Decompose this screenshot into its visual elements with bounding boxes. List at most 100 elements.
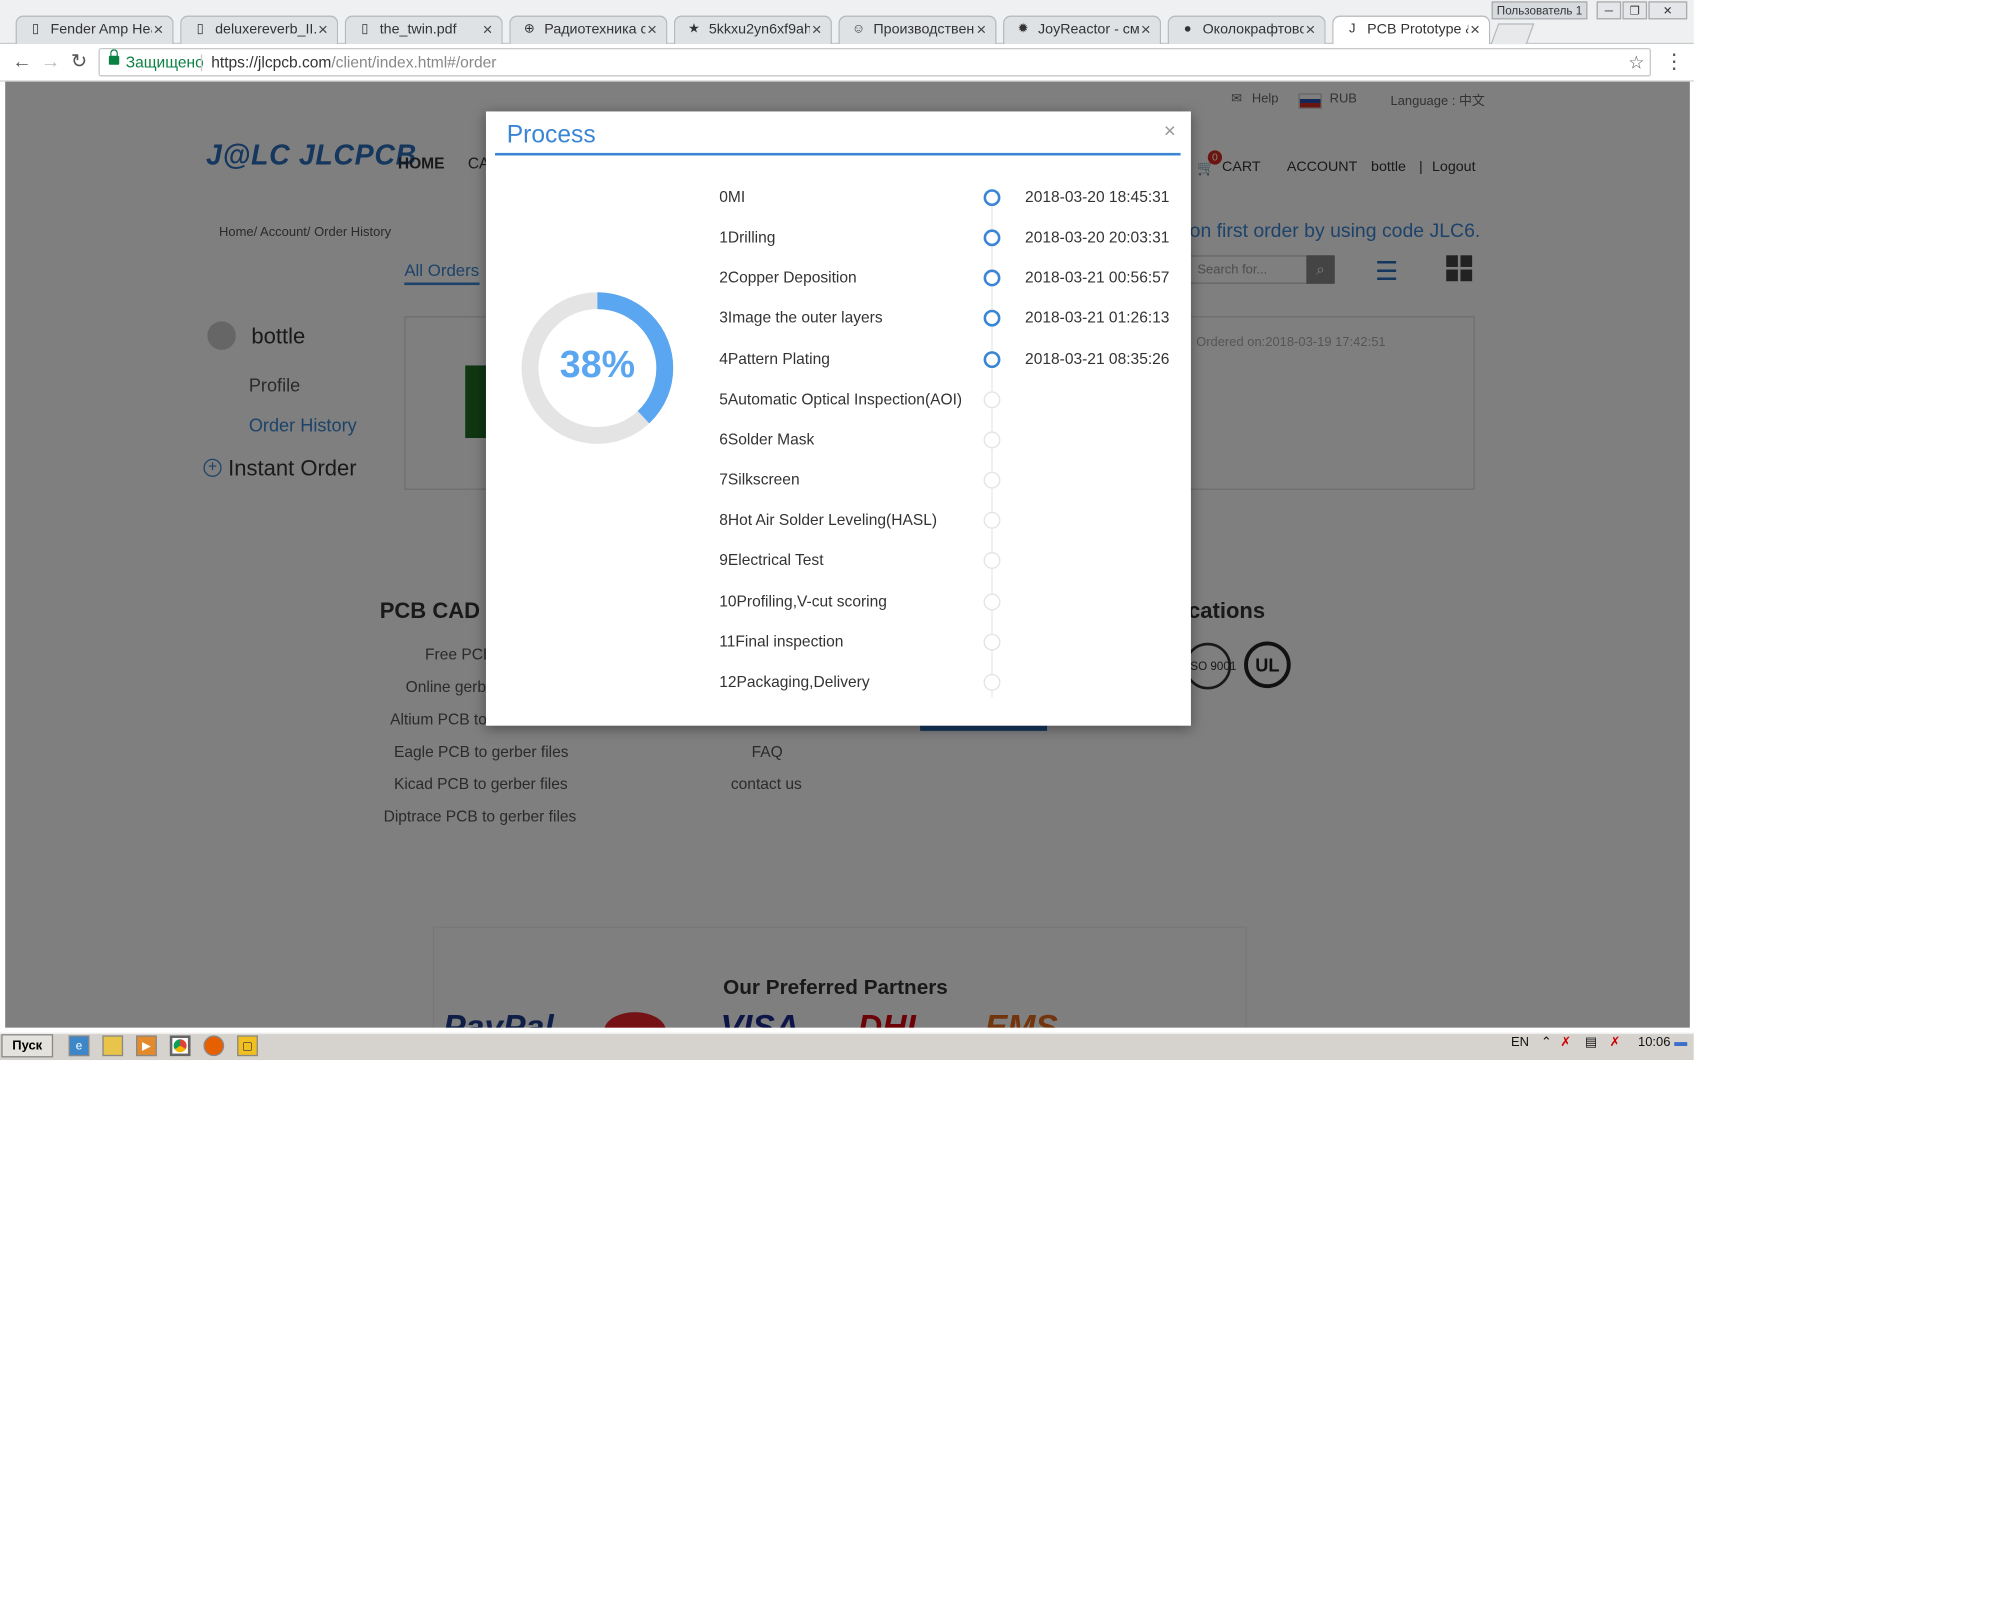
process-step-name: 4Pattern Plating — [719, 349, 830, 368]
close-icon[interactable]: × — [976, 19, 986, 38]
close-icon[interactable]: × — [1305, 19, 1315, 38]
step-pending-icon — [983, 431, 1001, 449]
browser-tab[interactable]: ▯ Fender Amp Heaven× — [15, 15, 174, 45]
start-button[interactable]: Пуск — [1, 1034, 54, 1058]
keyboard-language[interactable]: EN — [1511, 1035, 1529, 1049]
step-complete-icon — [983, 310, 1001, 328]
browser-tab[interactable]: J PCB Prototype & PC× — [1332, 15, 1491, 46]
new-tab-button[interactable] — [1490, 23, 1535, 46]
browser-tab[interactable]: ● Околокрафтовский× — [1167, 15, 1326, 45]
close-icon[interactable]: × — [1141, 19, 1151, 38]
star-icon[interactable]: ☆ — [1628, 49, 1644, 75]
tab-title: 5kkxu2yn6xf9ahpob — [708, 22, 810, 38]
tray-volume-icon[interactable]: ✗ — [1610, 1035, 1621, 1049]
process-step-time: 2018-03-21 01:26:13 — [1025, 308, 1170, 328]
browser-tab[interactable]: ▯ the_twin.pdf × — [344, 15, 503, 45]
process-step-time: 2018-03-20 18:45:31 — [1025, 187, 1170, 207]
process-modal: Process × 38% 0MI 2018-03-20 18:45:31 1Dri… — [485, 111, 1191, 726]
step-pending-icon — [983, 673, 1001, 691]
tray-display-icon[interactable]: ▤ — [1585, 1035, 1597, 1049]
tab-title: PCB Prototype & PC — [1367, 22, 1468, 38]
process-step-name: 5Automatic Optical Inspection(AOI) — [719, 389, 963, 408]
tab-title: deluxereverb_II.pdf — [215, 22, 316, 38]
tab-favicon-icon: ▯ — [361, 22, 369, 37]
process-step-name: 6Solder Mask — [719, 430, 815, 449]
browser-tab[interactable]: ★ 5kkxu2yn6xf9ahpob× — [673, 15, 832, 45]
step-pending-icon — [983, 633, 1001, 651]
arrow-right-icon[interactable]: → — [39, 49, 62, 75]
step-pending-icon — [983, 552, 1001, 570]
tab-title: Радиотехника с пр — [544, 22, 645, 38]
process-step-name: 8Hot Air Solder Leveling(HASL) — [719, 510, 938, 529]
close-icon[interactable]: × — [812, 19, 822, 38]
browser-tab[interactable]: ▯ deluxereverb_II.pdf× — [180, 15, 339, 45]
step-complete-icon — [983, 189, 1001, 207]
arrow-left-icon[interactable]: ← — [10, 49, 33, 75]
tab-title: Производственный — [873, 22, 975, 38]
clock: 10:06 — [1638, 1035, 1671, 1050]
close-icon[interactable]: × — [647, 19, 657, 38]
kebab-menu-icon[interactable]: ⋮ — [1664, 49, 1685, 75]
tab-favicon-icon: ★ — [688, 22, 700, 37]
modal-title: Process — [506, 121, 596, 150]
firefox-icon[interactable] — [203, 1035, 225, 1057]
browser-tab[interactable]: ✹ JoyReactor - смешн× — [1003, 15, 1162, 45]
process-step-name: 11Final inspection — [719, 631, 844, 651]
process-step-name: 3Image the outer layers — [719, 308, 883, 328]
tab-title: Fender Amp Heaven — [50, 22, 152, 38]
chrome-icon[interactable] — [169, 1035, 191, 1057]
close-icon[interactable]: × — [483, 19, 493, 38]
reload-icon[interactable]: ↻ — [67, 49, 90, 75]
process-step-name: 7Silkscreen — [719, 470, 800, 489]
step-pending-icon — [983, 391, 1001, 408]
close-icon[interactable]: × — [318, 19, 328, 38]
tab-title: Околокрафтовский — [1202, 22, 1304, 38]
tray-network-icon[interactable]: ✗ — [1560, 1035, 1571, 1049]
tab-title: the_twin.pdf — [379, 22, 457, 38]
url-text[interactable]: https://jlcpcb.com/client/index.html#/or… — [211, 49, 496, 75]
step-complete-icon — [983, 229, 1001, 247]
step-pending-icon — [983, 512, 1001, 529]
browser-toolbar: ← → ↻ Защищено https://jlcpcb.com/client… — [0, 44, 1694, 82]
notes-icon[interactable]: ▢ — [237, 1035, 258, 1057]
tab-favicon-icon: ⊕ — [523, 22, 535, 37]
profile-badge[interactable]: Пользователь 1 — [1491, 1, 1588, 20]
browser-tabstrip: ▯Fender Amp Heaven×▯deluxereverb_II.pdf×… — [0, 0, 1694, 46]
tab-favicon-icon: ● — [1183, 22, 1192, 37]
browser-tab[interactable]: ☺ Производственный× — [838, 15, 997, 45]
tab-title: JoyReactor - смешн — [1038, 22, 1140, 38]
show-desktop-icon[interactable]: ▬ — [1674, 1035, 1687, 1049]
address-bar[interactable]: Защищено https://jlcpcb.com/client/index… — [98, 47, 1651, 77]
minimize-icon[interactable]: ─ — [1596, 1, 1622, 20]
tab-favicon-icon: ☺ — [851, 22, 866, 37]
ie-icon[interactable]: e — [68, 1035, 90, 1057]
close-icon[interactable]: × — [153, 19, 163, 38]
progress-percent: 38% — [559, 344, 636, 387]
close-window-icon[interactable]: ✕ — [1648, 1, 1688, 20]
process-step-name: 2Copper Deposition — [719, 268, 857, 287]
tray-expand-icon[interactable]: ⌃ — [1541, 1035, 1552, 1049]
restore-icon[interactable]: ❐ — [1622, 1, 1648, 20]
windows-taskbar: Пуск e ▶ ▢ EN ⌃ ✗ ▤ ✗ 10:06 ▬ — [0, 1031, 1694, 1061]
process-step-time: 2018-03-21 00:56:57 — [1025, 268, 1170, 287]
folder-icon[interactable] — [102, 1035, 124, 1057]
process-step-name: 10Profiling,V-cut scoring — [719, 591, 887, 610]
process-step-time: 2018-03-20 20:03:31 — [1025, 228, 1170, 247]
process-step-name: 12Packaging,Delivery — [719, 672, 870, 691]
close-icon[interactable]: × — [1164, 121, 1176, 144]
tab-favicon-icon: J — [1349, 22, 1356, 37]
step-pending-icon — [983, 592, 1001, 610]
tab-favicon-icon: ✹ — [1017, 22, 1029, 37]
process-step-name: 9Electrical Test — [719, 551, 824, 570]
secure-label: Защищено — [125, 53, 204, 72]
step-pending-icon — [983, 471, 1001, 489]
step-complete-icon — [983, 350, 1001, 368]
process-step-name: 1Drilling — [719, 228, 776, 247]
modal-divider — [495, 152, 1181, 156]
browser-tab[interactable]: ⊕ Радиотехника с пр× — [509, 15, 668, 45]
close-icon[interactable]: × — [1470, 19, 1480, 38]
process-step-time: 2018-03-21 08:35:26 — [1025, 349, 1170, 368]
lock-icon — [108, 49, 120, 65]
media-player-icon[interactable]: ▶ — [136, 1035, 157, 1057]
process-step-name: 0MI — [719, 187, 746, 207]
